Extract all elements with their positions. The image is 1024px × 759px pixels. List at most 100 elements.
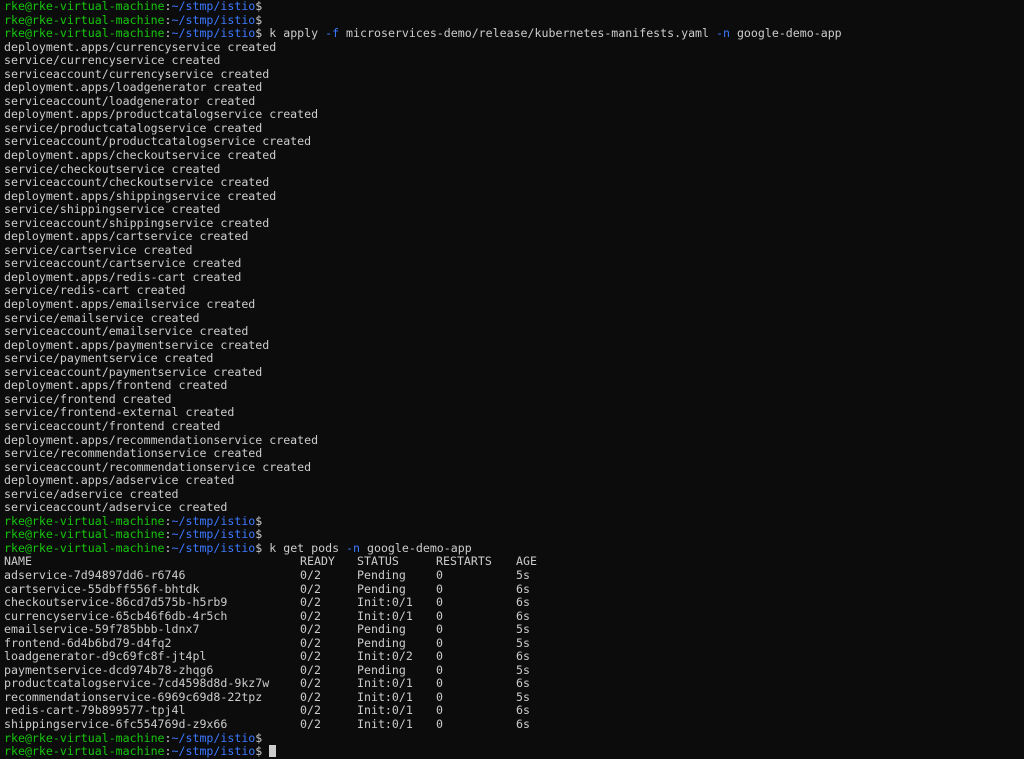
pod-restarts: 0 <box>436 689 443 704</box>
pod-restarts: 0 <box>436 595 443 610</box>
pod-age: 6s <box>516 649 530 664</box>
pod-ready: 0/2 <box>300 662 321 677</box>
prompt-symbol: $ <box>255 513 263 528</box>
pod-ready: 0/2 <box>300 676 321 691</box>
prompt-symbol: $ <box>255 527 263 542</box>
pod-ready: 0/2 <box>300 622 321 637</box>
prompt-separator: : <box>164 527 172 542</box>
prompt-line: rke@rke-virtual-machine:~/stmp/istio$ <box>4 528 1024 542</box>
table-row: loadgenerator-d9c69fc8f-jt4pl 0/2 Init:0/2… <box>4 650 1024 664</box>
pod-ready: 0/2 <box>300 716 321 731</box>
pod-restarts: RESTARTS <box>436 554 492 569</box>
prompt-user-host: rke@rke-virtual-machine <box>4 540 165 555</box>
prompt-user-host: rke@rke-virtual-machine <box>4 527 165 542</box>
pod-name: shippingservice-6fc554769d-z9x66 <box>4 716 228 731</box>
pod-restarts: 0 <box>436 608 443 623</box>
pod-status: Init:0/1 <box>357 689 413 704</box>
pod-name: loadgenerator-d9c69fc8f-jt4pl <box>4 649 207 664</box>
pod-age: 5s <box>516 662 530 677</box>
pod-age: 6s <box>516 716 530 731</box>
output-line: deployment.apps/recommendationservice cr… <box>4 432 319 447</box>
prompt-path: ~/stmp/istio <box>171 26 256 41</box>
output-line: deployment.apps/checkoutservice created <box>4 148 277 163</box>
prompt-line: rke@rke-virtual-machine:~/stmp/istio$ k … <box>4 26 1024 41</box>
table-row: adservice-7d94897dd6-r6746 0/2 Pending 0 5s <box>4 567 1024 583</box>
pod-name: recommendationservice-6969c69d8-22tpz <box>4 689 263 704</box>
prompt-user-host: rke@rke-virtual-machine <box>4 513 165 528</box>
pod-ready: 0/2 <box>300 703 321 718</box>
pod-age: 5s <box>516 567 530 582</box>
pod-age: 6s <box>516 595 530 610</box>
output-line: deployment.apps/paymentservice created <box>4 337 270 352</box>
table-row: recommendationservice-6969c69d8-22tpz 0/2… <box>4 689 1024 705</box>
prompt-user-host: rke@rke-virtual-machine <box>4 26 165 41</box>
pod-status: Init:0/1 <box>357 676 413 691</box>
pod-restarts: 0 <box>436 716 443 731</box>
prompt-separator: : <box>164 0 172 13</box>
prompt-symbol: $ <box>255 26 263 41</box>
pod-name: frontend-6d4b6bd79-d4fq2 <box>4 635 172 650</box>
pod-status: Pending <box>357 635 406 650</box>
pod-age: 5s <box>516 635 530 650</box>
pod-name: cartservice-55dbff556f-bhtdk <box>4 581 200 596</box>
output-line: serviceaccount/shippingservice created <box>4 215 270 230</box>
pod-status: Pending <box>357 662 406 677</box>
prompt-separator: : <box>164 513 172 528</box>
prompt-path: ~/stmp/istio <box>171 730 256 745</box>
pod-age: AGE <box>516 554 537 569</box>
command-text: google-demo-app <box>729 26 842 41</box>
table-row: emailservice-59f785bbb-ldnx7 0/2 Pending 0 5… <box>4 623 1024 637</box>
prompt-user-host: rke@rke-virtual-machine <box>4 730 165 745</box>
pod-age: 6s <box>516 608 530 623</box>
pod-ready: 0/2 <box>300 635 321 650</box>
output-line: service/checkoutservice created <box>4 161 221 176</box>
output-line: deployment.apps/loadgenerator created <box>4 80 263 95</box>
prompt-path: ~/stmp/istio <box>171 540 256 555</box>
output-line: deployment.apps/frontend created <box>4 378 228 393</box>
prompt-line: rke@rke-virtual-machine:~/stmp/istio$ <box>4 12 1024 28</box>
pod-restarts: 0 <box>436 676 443 691</box>
pod-name: adservice-7d94897dd6-r6746 <box>4 567 186 582</box>
prompt-line: rke@rke-virtual-machine:~/stmp/istio$ <box>4 730 1024 746</box>
prompt-separator: : <box>164 730 172 745</box>
prompt-symbol: $ <box>255 0 263 13</box>
terminal-output[interactable]: rke@rke-virtual-machine:~/stmp/istio$ rke… <box>4 0 1024 758</box>
table-row: currencyservice-65cb46f6db-4r5ch 0/2 Init:… <box>4 608 1024 624</box>
pod-restarts: 0 <box>436 567 443 582</box>
output-line: service/productcatalogservice created <box>4 120 263 135</box>
output-line: service/cartservice created <box>4 242 193 257</box>
pod-ready: 0/2 <box>300 608 321 623</box>
prompt-user-host: rke@rke-virtual-machine <box>4 12 165 27</box>
pod-name: checkoutservice-86cd7d575b-h5rb9 <box>4 595 228 610</box>
output-line: deployment.apps/redis-cart created <box>4 269 242 284</box>
pod-ready: READY <box>300 554 335 569</box>
cursor <box>269 745 277 758</box>
pod-name: redis-cart-79b899577-tpj4l <box>4 703 186 718</box>
pod-restarts: 0 <box>436 622 443 637</box>
pod-restarts: 0 <box>436 703 443 718</box>
table-row: frontend-6d4b6bd79-d4fq2 0/2 Pending 0 5s <box>4 635 1024 651</box>
pod-age: 6s <box>516 676 530 691</box>
pod-status: Pending <box>357 622 406 637</box>
prompt-user-host: rke@rke-virtual-machine <box>4 0 165 13</box>
pod-status: Pending <box>357 567 406 582</box>
pod-age: 6s <box>516 703 530 718</box>
output-line: serviceaccount/recommendationservice cre… <box>4 459 312 474</box>
pod-ready: 0/2 <box>300 567 321 582</box>
prompt-line: rke@rke-virtual-machine:~/stmp/istio$ <box>4 513 1024 529</box>
output-line: serviceaccount/cartservice created <box>4 256 242 271</box>
output-line: deployment.apps/productcatalogservice cr… <box>4 107 319 122</box>
output-line: deployment.apps/shippingservice created <box>4 188 277 203</box>
output-line: deployment.apps/currencyservice created <box>4 39 277 54</box>
pod-name: emailservice-59f785bbb-ldnx7 <box>4 622 200 637</box>
output-line: serviceaccount/productcatalogservice cre… <box>4 134 312 149</box>
prompt-symbol: $ <box>255 730 263 745</box>
command-text: k get pods <box>269 540 347 555</box>
pod-ready: 0/2 <box>300 581 321 596</box>
pod-name: paymentservice-dcd974b78-zhqg6 <box>4 662 214 677</box>
pod-name: productcatalogservice-7cd4598d8d-9kz7w <box>4 676 270 691</box>
prompt-path: ~/stmp/istio <box>171 513 256 528</box>
pod-status: Init:0/2 <box>357 649 413 664</box>
prompt-separator: : <box>164 26 172 41</box>
prompt-symbol: $ <box>255 540 263 555</box>
